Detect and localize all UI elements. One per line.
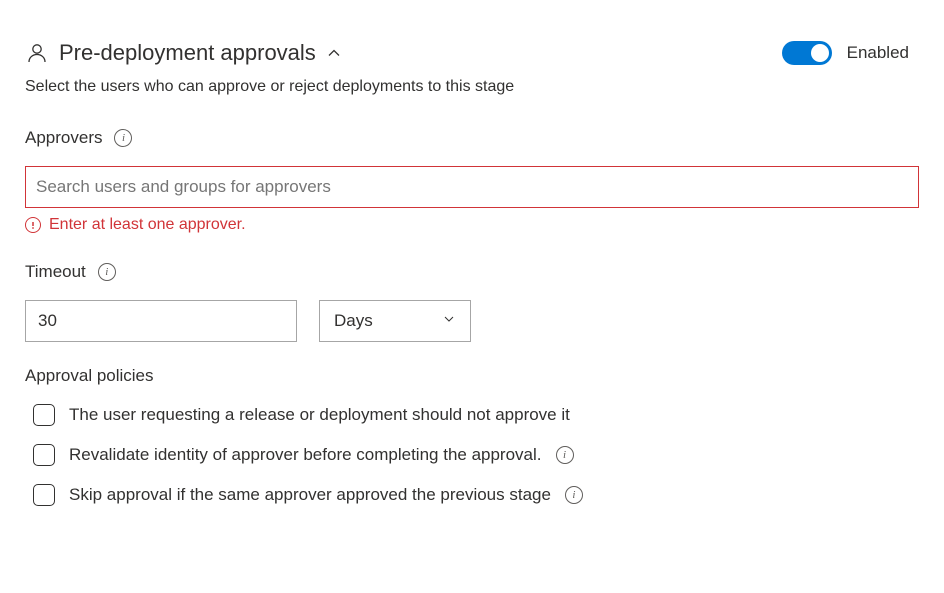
policy-label: Revalidate identity of approver before c… [69, 445, 542, 465]
info-icon[interactable]: i [98, 263, 116, 281]
timeout-value-input[interactable] [25, 300, 297, 342]
timeout-label-row: Timeout i [25, 262, 919, 282]
approvers-search-input[interactable] [25, 166, 919, 208]
timeout-label: Timeout [25, 262, 86, 282]
timeout-unit-label: Days [334, 311, 373, 331]
enabled-toggle-label: Enabled [847, 43, 919, 63]
info-icon[interactable]: i [565, 486, 583, 504]
policy-label: Skip approval if the same approver appro… [69, 485, 551, 505]
section-header-right: Enabled [782, 41, 919, 65]
person-icon [25, 41, 49, 65]
approvers-label: Approvers [25, 128, 102, 148]
approvers-error: Enter at least one approver. [25, 216, 919, 234]
timeout-unit-select[interactable]: Days [319, 300, 471, 342]
section-description: Select the users who can approve or reje… [25, 78, 919, 96]
chevron-down-icon [442, 311, 456, 331]
toggle-knob [811, 44, 829, 62]
enabled-toggle[interactable] [782, 41, 832, 65]
policy-row: Revalidate identity of approver before c… [25, 444, 919, 466]
approval-policies-title: Approval policies [25, 366, 919, 386]
policy-label: The user requesting a release or deploym… [69, 405, 570, 425]
policy-checkbox[interactable] [33, 404, 55, 426]
section-header-left[interactable]: Pre-deployment approvals [25, 40, 342, 66]
policy-row: The user requesting a release or deploym… [25, 404, 919, 426]
error-icon [25, 217, 41, 233]
timeout-row: Days [25, 300, 919, 342]
chevron-up-icon [326, 45, 342, 61]
info-icon[interactable]: i [556, 446, 574, 464]
approvers-label-row: Approvers i [25, 128, 919, 148]
policy-checkbox[interactable] [33, 444, 55, 466]
policy-checkbox[interactable] [33, 484, 55, 506]
info-icon[interactable]: i [114, 129, 132, 147]
approvers-error-text: Enter at least one approver. [49, 216, 246, 234]
section-title: Pre-deployment approvals [59, 40, 316, 66]
policy-row: Skip approval if the same approver appro… [25, 484, 919, 506]
section-header: Pre-deployment approvals Enabled [25, 40, 919, 66]
